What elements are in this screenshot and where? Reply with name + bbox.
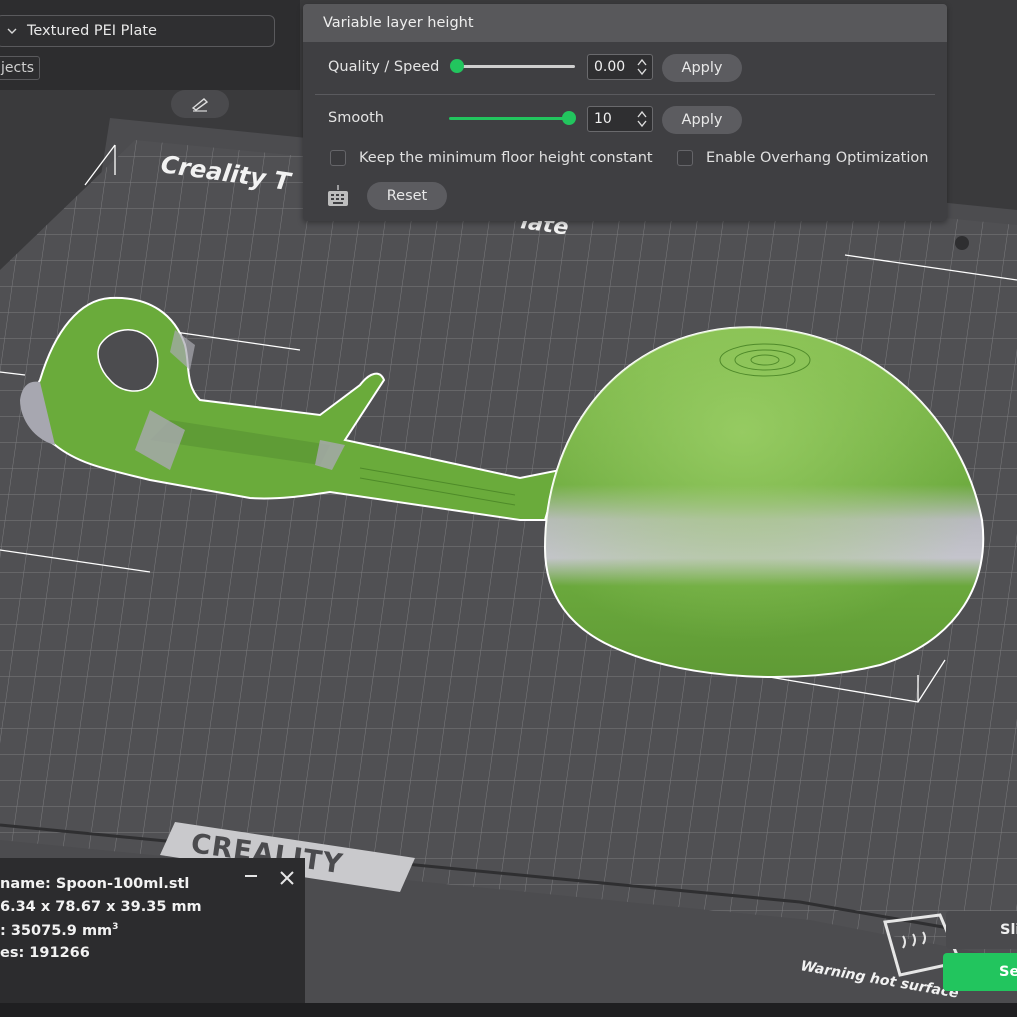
quality-speed-label: Quality / Speed — [328, 59, 440, 75]
smooth-label: Smooth — [328, 110, 384, 126]
reset-label: Reset — [386, 188, 428, 204]
spin-arrows-icon[interactable] — [635, 109, 649, 129]
send-label: Se — [999, 964, 1017, 980]
status-bar — [0, 1003, 1017, 1017]
overhang-label: Enable Overhang Optimization — [706, 150, 929, 166]
spin-arrows-icon[interactable] — [635, 57, 649, 77]
send-button[interactable]: Se — [943, 953, 1017, 991]
chevron-down-icon — [7, 28, 17, 34]
objects-tab-label: jects — [1, 60, 34, 76]
quality-speed-slider-thumb[interactable] — [450, 59, 464, 73]
smooth-value: 10 — [594, 111, 612, 127]
info-volume-value: : 35075.9 mm — [0, 922, 113, 939]
edit-button[interactable] — [171, 90, 229, 118]
info-file-name: name: Spoon-100ml.stl — [0, 876, 190, 892]
reset-button[interactable]: Reset — [367, 182, 447, 210]
info-volume: : 35075.9 mm3 — [0, 922, 118, 939]
keep-floor-label: Keep the minimum floor height constant — [359, 150, 653, 166]
quality-speed-input[interactable]: 0.00 — [587, 54, 653, 80]
info-dimensions: 6.34 x 78.67 x 39.35 mm — [0, 899, 202, 915]
smooth-apply-label: Apply — [681, 112, 723, 128]
objects-tab[interactable]: jects — [0, 56, 40, 80]
smooth-slider-thumb[interactable] — [562, 111, 576, 125]
smooth-slider[interactable] — [449, 117, 571, 120]
info-facets: es: 191266 — [0, 945, 90, 961]
pencil-icon — [191, 98, 209, 112]
close-icon[interactable] — [279, 870, 295, 886]
panel-title: Variable layer height — [303, 4, 947, 42]
variable-layer-height-panel: Variable layer height Quality / Speed 0.… — [303, 4, 947, 221]
keep-floor-checkbox[interactable] — [330, 150, 346, 166]
keyboard-icon[interactable] — [327, 184, 349, 208]
smooth-apply-button[interactable]: Apply — [662, 106, 742, 134]
overhang-checkbox[interactable] — [677, 150, 693, 166]
quality-speed-apply-button[interactable]: Apply — [662, 54, 742, 82]
bed-screw — [955, 236, 969, 250]
info-volume-unit-sup: 3 — [112, 922, 119, 932]
model-info-panel: name: Spoon-100ml.stl 6.34 x 78.67 x 39.… — [0, 858, 305, 1003]
minimize-icon[interactable] — [243, 868, 259, 884]
slice-label: Sli — [1000, 922, 1017, 938]
quality-speed-value: 0.00 — [594, 59, 626, 75]
quality-speed-slider[interactable] — [455, 65, 575, 68]
quality-speed-apply-label: Apply — [681, 60, 723, 76]
slice-button[interactable]: Sli — [946, 911, 1017, 949]
panel-divider — [315, 94, 935, 95]
smooth-input[interactable]: 10 — [587, 106, 653, 132]
plate-type-label: Textured PEI Plate — [27, 23, 157, 39]
plate-type-dropdown[interactable]: Textured PEI Plate — [0, 15, 275, 47]
